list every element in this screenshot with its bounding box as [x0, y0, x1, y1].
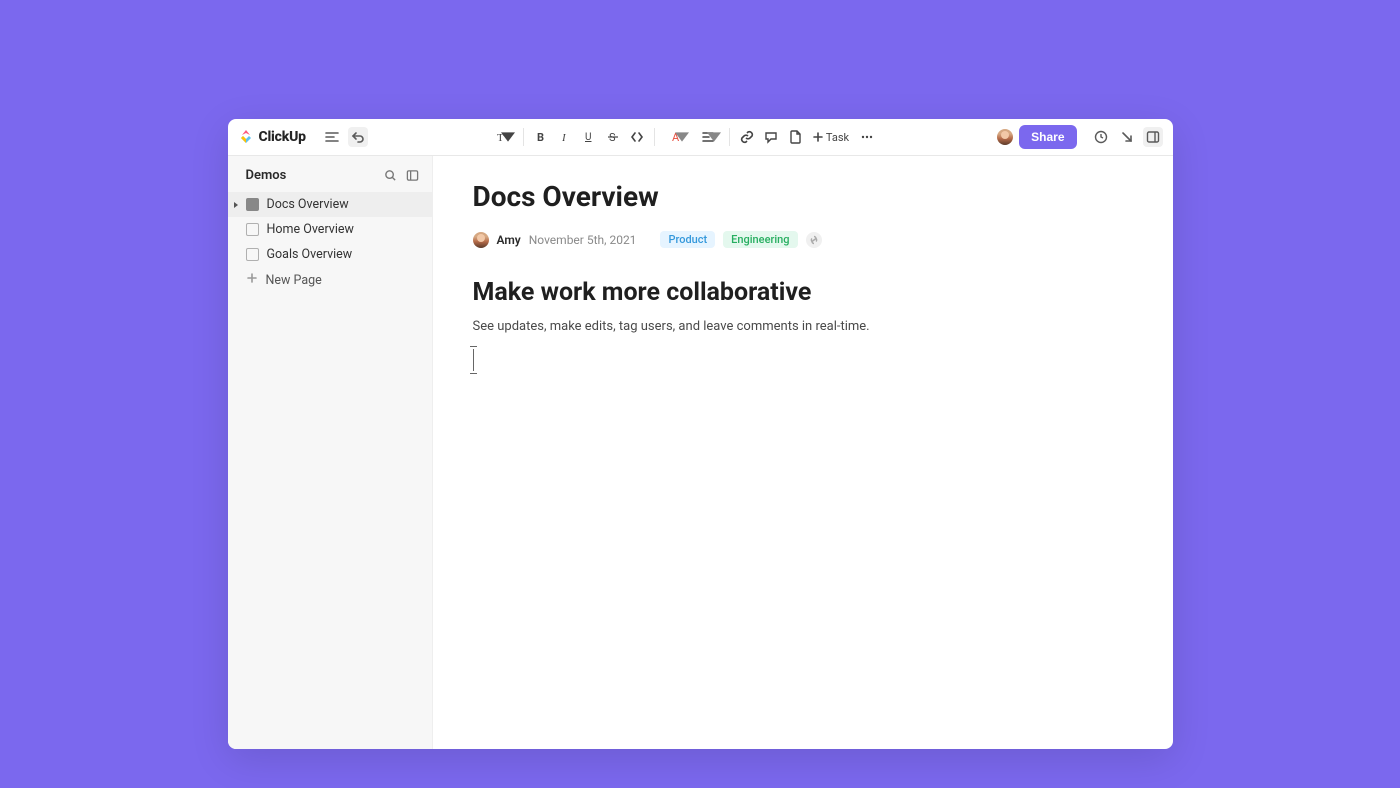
app-window: ClickUp T B I U S A	[228, 119, 1173, 749]
sidebar-new-page[interactable]: New Page	[228, 267, 432, 293]
history-icon[interactable]	[1091, 127, 1111, 147]
toolbar-divider	[729, 128, 730, 146]
page-icon	[246, 223, 259, 236]
brand-name: ClickUp	[259, 129, 306, 145]
topbar: ClickUp T B I U S A	[228, 119, 1173, 156]
sidebar-list: Docs Overview Home Overview Goals Overvi…	[228, 192, 432, 293]
tag-engineering[interactable]: Engineering	[723, 231, 797, 248]
code-button[interactable]	[626, 126, 648, 148]
section-body[interactable]: See updates, make edits, tag users, and …	[473, 317, 1133, 337]
document-content[interactable]: Docs Overview Amy November 5th, 2021 Pro…	[433, 156, 1173, 749]
menu-toggle-icon[interactable]	[322, 127, 342, 147]
sidebar-item-goals-overview[interactable]: Goals Overview	[228, 242, 432, 267]
document-meta: Amy November 5th, 2021 Product Engineeri…	[473, 231, 1133, 248]
brand: ClickUp	[238, 129, 306, 145]
strikethrough-button[interactable]: S	[602, 126, 624, 148]
sidebar-item-label: Goals Overview	[267, 247, 353, 262]
panel-toggle-icon[interactable]	[1143, 127, 1163, 147]
page-title[interactable]: Docs Overview	[473, 180, 1133, 213]
underline-button[interactable]: U	[578, 126, 600, 148]
sidebar-item-docs-overview[interactable]: Docs Overview	[228, 192, 432, 217]
sidebar-title: Demos	[246, 168, 287, 183]
formatting-toolbar: T B I U S A Task	[487, 126, 878, 148]
author-avatar[interactable]	[473, 232, 489, 248]
sidebar-item-label: Docs Overview	[267, 197, 349, 212]
svg-text:B: B	[537, 131, 544, 144]
undo-icon[interactable]	[348, 127, 368, 147]
toolbar-divider	[523, 128, 524, 146]
sidebar-item-label: New Page	[266, 273, 322, 288]
author-name: Amy	[497, 233, 521, 247]
sidebar-item-label: Home Overview	[267, 222, 354, 237]
svg-text:U: U	[585, 132, 591, 143]
svg-text:I: I	[561, 132, 567, 144]
body: Demos Docs Overview Home Overview Goal	[228, 156, 1173, 749]
align-dropdown[interactable]	[693, 126, 723, 148]
sidebar-panel-icon[interactable]	[404, 166, 422, 184]
attachment-button[interactable]	[784, 126, 806, 148]
plus-icon	[246, 272, 258, 288]
bold-button[interactable]: B	[530, 126, 552, 148]
page-icon	[246, 248, 259, 261]
add-task-button[interactable]: Task	[808, 129, 854, 146]
search-icon[interactable]	[382, 166, 400, 184]
sidebar-item-home-overview[interactable]: Home Overview	[228, 217, 432, 242]
section-heading[interactable]: Make work more collaborative	[473, 278, 1133, 307]
more-menu-button[interactable]	[856, 126, 878, 148]
document-date: November 5th, 2021	[529, 233, 637, 247]
text-color-dropdown[interactable]: A	[661, 126, 691, 148]
comment-button[interactable]	[760, 126, 782, 148]
share-button[interactable]: Share	[1019, 125, 1076, 149]
tag-product[interactable]: Product	[660, 231, 715, 248]
task-label: Task	[826, 131, 849, 144]
user-avatar[interactable]	[997, 129, 1013, 145]
sidebar: Demos Docs Overview Home Overview Goal	[228, 156, 433, 749]
sidebar-header: Demos	[228, 156, 432, 192]
toolbar-divider	[654, 128, 655, 146]
clickup-logo-icon	[238, 129, 254, 145]
link-button[interactable]	[736, 126, 758, 148]
topbar-right-actions: Share	[997, 125, 1162, 149]
text-cursor-icon	[473, 349, 474, 371]
add-tag-button[interactable]	[806, 232, 822, 248]
page-icon	[246, 198, 259, 211]
text-style-dropdown[interactable]: T	[487, 126, 517, 148]
export-arrow-icon[interactable]	[1117, 127, 1137, 147]
italic-button[interactable]: I	[554, 126, 576, 148]
